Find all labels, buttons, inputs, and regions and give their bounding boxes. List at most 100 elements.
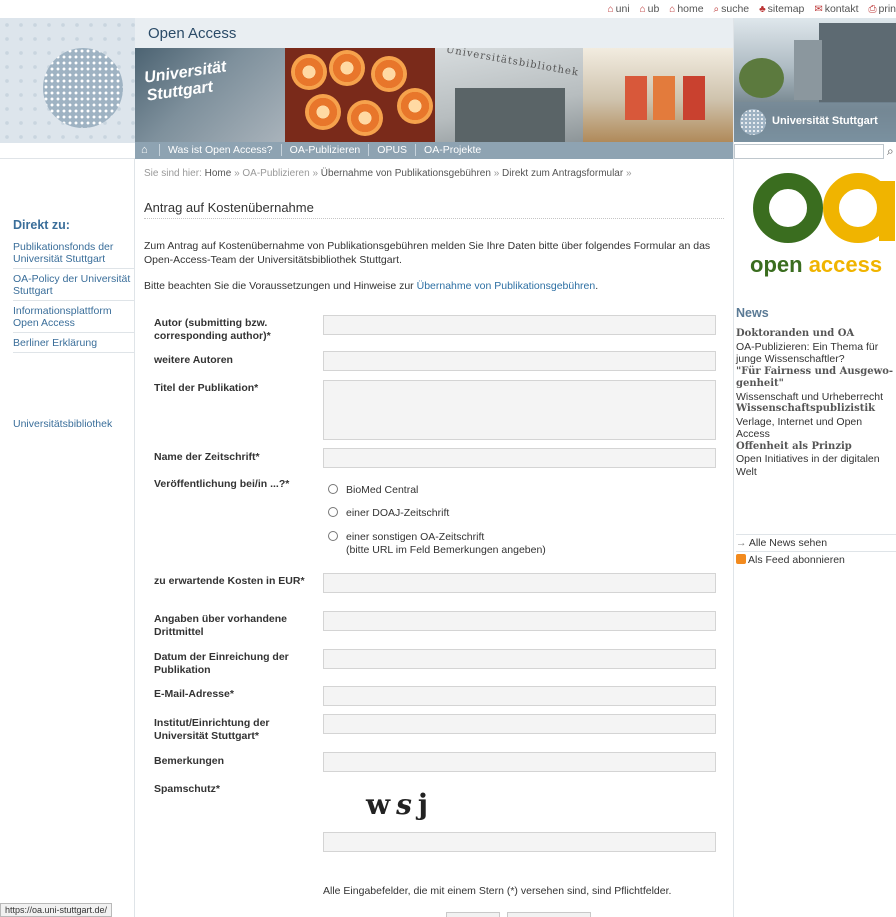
bemerkungen-field[interactable] bbox=[323, 752, 716, 772]
building-image bbox=[819, 23, 896, 103]
radio-circle-icon bbox=[328, 484, 338, 494]
mail-icon: ✉ bbox=[814, 4, 823, 15]
news-item[interactable]: OA-Publizieren: Ein Thema für bbox=[736, 341, 896, 354]
poster-image bbox=[683, 76, 705, 120]
home-icon: ⌂ bbox=[639, 4, 646, 15]
oa-logo-green-ring bbox=[753, 173, 823, 243]
intro-text: Zum Antrag auf Kostenübernahme von Publi… bbox=[144, 240, 711, 266]
left-nav-item-oa-policy[interactable]: OA-Policy der Universität Stuttgart bbox=[13, 272, 135, 301]
news-item[interactable]: Access bbox=[736, 428, 896, 441]
oa-logo-yellow-ring bbox=[823, 173, 893, 243]
utility-link-suche[interactable]: ⌕ suche bbox=[714, 3, 750, 15]
left-nav-item-publikationsfonds[interactable]: Publikationsfonds der Universität Stuttg… bbox=[13, 240, 135, 269]
email-label: E-Mail-Adresse* bbox=[154, 688, 234, 700]
utility-link-home[interactable]: ⌂ home bbox=[669, 3, 703, 15]
news-item[interactable]: Verlage, Internet und Open bbox=[736, 416, 896, 429]
building-image bbox=[794, 40, 822, 100]
left-nav-item-informationsplattform[interactable]: Informationsplattform Open Access bbox=[13, 304, 135, 333]
university-logo[interactable] bbox=[0, 18, 135, 143]
left-nav: Publikationsfonds der Universität Stuttg… bbox=[13, 240, 135, 356]
email-field[interactable] bbox=[323, 686, 716, 706]
arrow-right-icon: → bbox=[736, 537, 747, 549]
titel-label: Titel der Publikation* bbox=[154, 382, 259, 394]
titel-textarea[interactable] bbox=[323, 380, 716, 440]
news-item[interactable]: junge Wissenschaftler? bbox=[736, 353, 896, 366]
news-item[interactable]: "Für Fairness und Ausgewo- bbox=[736, 366, 896, 379]
banner-photo-stuttgart: Universität Stuttgart bbox=[135, 48, 285, 142]
search-icon: ⌕ bbox=[713, 4, 720, 15]
print-icon: ⎙ bbox=[868, 4, 877, 15]
breadcrumb-uebernahme[interactable]: Übernahme von Publikationsgebühren bbox=[321, 168, 491, 179]
news-item[interactable]: Wissenschaft und Urheberrecht bbox=[736, 391, 896, 404]
weitere-autoren-field[interactable] bbox=[323, 351, 716, 371]
rss-feed-link[interactable]: Als Feed abonnieren bbox=[736, 551, 896, 566]
oa-logo-yellow-stem bbox=[879, 181, 895, 241]
zeitschrift-label: Name der Zeitschrift* bbox=[154, 451, 260, 463]
badge-image bbox=[397, 88, 433, 124]
open-access-logo-icon bbox=[753, 173, 895, 243]
datum-field[interactable] bbox=[323, 649, 716, 669]
nav-tabs: Was ist Open Access? OA-Publizieren OPUS OA… bbox=[159, 144, 490, 156]
datum-label: Datum der Einreichung der Publikation bbox=[154, 651, 289, 676]
news-item[interactable]: Offenheit als Prinzip bbox=[736, 441, 896, 454]
captcha-image: wsj bbox=[366, 788, 435, 821]
campus-photo: Universität Stuttgart bbox=[734, 18, 896, 142]
zeitschrift-field[interactable] bbox=[323, 448, 716, 468]
pflichtfelder-note: Alle Eingabefelder, die mit einem Stern … bbox=[323, 885, 672, 897]
news-item[interactable]: Doktoranden und OA bbox=[736, 328, 896, 341]
captcha-field[interactable] bbox=[323, 832, 716, 852]
status-url-bar: https://oa.uni-stuttgart.de/ bbox=[0, 903, 113, 917]
tab-oa-publizieren[interactable]: OA-Publizieren bbox=[280, 144, 369, 156]
banner-library-sign: Universitätsbibliothek bbox=[445, 48, 580, 79]
utility-link-kontakt[interactable]: ✉ kontakt bbox=[814, 3, 858, 15]
drittmittel-field[interactable] bbox=[323, 611, 716, 631]
page-section-title: Open Access bbox=[148, 25, 237, 42]
tab-opus[interactable]: OPUS bbox=[368, 144, 416, 156]
kosten-field[interactable] bbox=[323, 573, 716, 593]
utility-link-ub[interactable]: ⌂ ub bbox=[640, 3, 660, 15]
news-item[interactable]: Open Initiatives in der digitalen bbox=[736, 453, 896, 466]
utility-link-uni[interactable]: ⌂ uni bbox=[608, 3, 630, 15]
tab-was-ist-open-access[interactable]: Was ist Open Access? bbox=[159, 144, 281, 156]
submit-button[interactable] bbox=[446, 912, 500, 917]
right-column: Universität Stuttgart ⌕ open access News… bbox=[733, 18, 896, 917]
news-list: Doktoranden und OA OA-Publizieren: Ein T… bbox=[736, 328, 896, 478]
logo-subbar bbox=[0, 143, 135, 159]
utility-link-print[interactable]: ⎙ prin bbox=[868, 3, 896, 15]
reset-button[interactable] bbox=[507, 912, 591, 917]
nav-home-icon[interactable]: ⌂ bbox=[141, 144, 148, 156]
search-input[interactable] bbox=[734, 144, 884, 159]
banner-photo-buttons bbox=[285, 48, 435, 142]
news-item[interactable]: Wissenschaftspublizistik bbox=[736, 403, 896, 416]
tab-oa-projekte[interactable]: OA-Projekte bbox=[415, 144, 490, 156]
institut-field[interactable] bbox=[323, 714, 716, 734]
left-nav-item-berliner-erklaerung[interactable]: Berliner Erklärung bbox=[13, 336, 135, 353]
banner-photo-exhibition bbox=[583, 48, 733, 142]
university-logo-icon bbox=[740, 109, 766, 135]
main-nav: ⌂ Was ist Open Access? OA-Publizieren OPUS… bbox=[135, 142, 733, 159]
autor-field[interactable] bbox=[323, 315, 716, 335]
breadcrumb-antragsformular[interactable]: Direkt zum Antragsformular bbox=[502, 168, 623, 179]
news-heading: News bbox=[736, 306, 769, 320]
autor-label: Autor (submitting bzw. corresponding aut… bbox=[154, 317, 271, 342]
campus-photo-caption: Universität Stuttgart bbox=[734, 102, 896, 142]
badge-image bbox=[347, 100, 383, 136]
logo-dots-icon bbox=[43, 48, 123, 128]
breadcrumb-home[interactable]: Home bbox=[205, 168, 232, 179]
search-icon[interactable]: ⌕ bbox=[887, 144, 894, 159]
utility-link-sitemap[interactable]: ♣ sitemap bbox=[759, 3, 804, 15]
news-item[interactable]: Welt bbox=[736, 466, 896, 479]
all-news-link[interactable]: → Alle News sehen bbox=[736, 534, 896, 549]
banner-photo-library: Universitätsbibliothek bbox=[435, 48, 583, 142]
uebernahme-link[interactable]: Übernahme von Publikationsgebühren bbox=[417, 280, 596, 292]
rss-icon bbox=[736, 554, 746, 564]
badge-image bbox=[329, 50, 365, 86]
tree-image bbox=[739, 58, 784, 98]
breadcrumb-oa-publizieren[interactable]: OA-Publizieren bbox=[242, 168, 309, 179]
left-nav-item-universitaetsbibliothek[interactable]: Universitätsbibliothek bbox=[13, 418, 112, 430]
weitere-autoren-label: weitere Autoren bbox=[154, 354, 233, 366]
utility-links: ⌂ uni ⌂ ub ⌂ home ⌕ suche ♣ sitemap ✉ kontakt … bbox=[601, 3, 896, 15]
news-item[interactable]: genheit" bbox=[736, 378, 896, 391]
radio-circle-icon bbox=[328, 531, 338, 541]
home-icon: ⌂ bbox=[607, 4, 614, 15]
